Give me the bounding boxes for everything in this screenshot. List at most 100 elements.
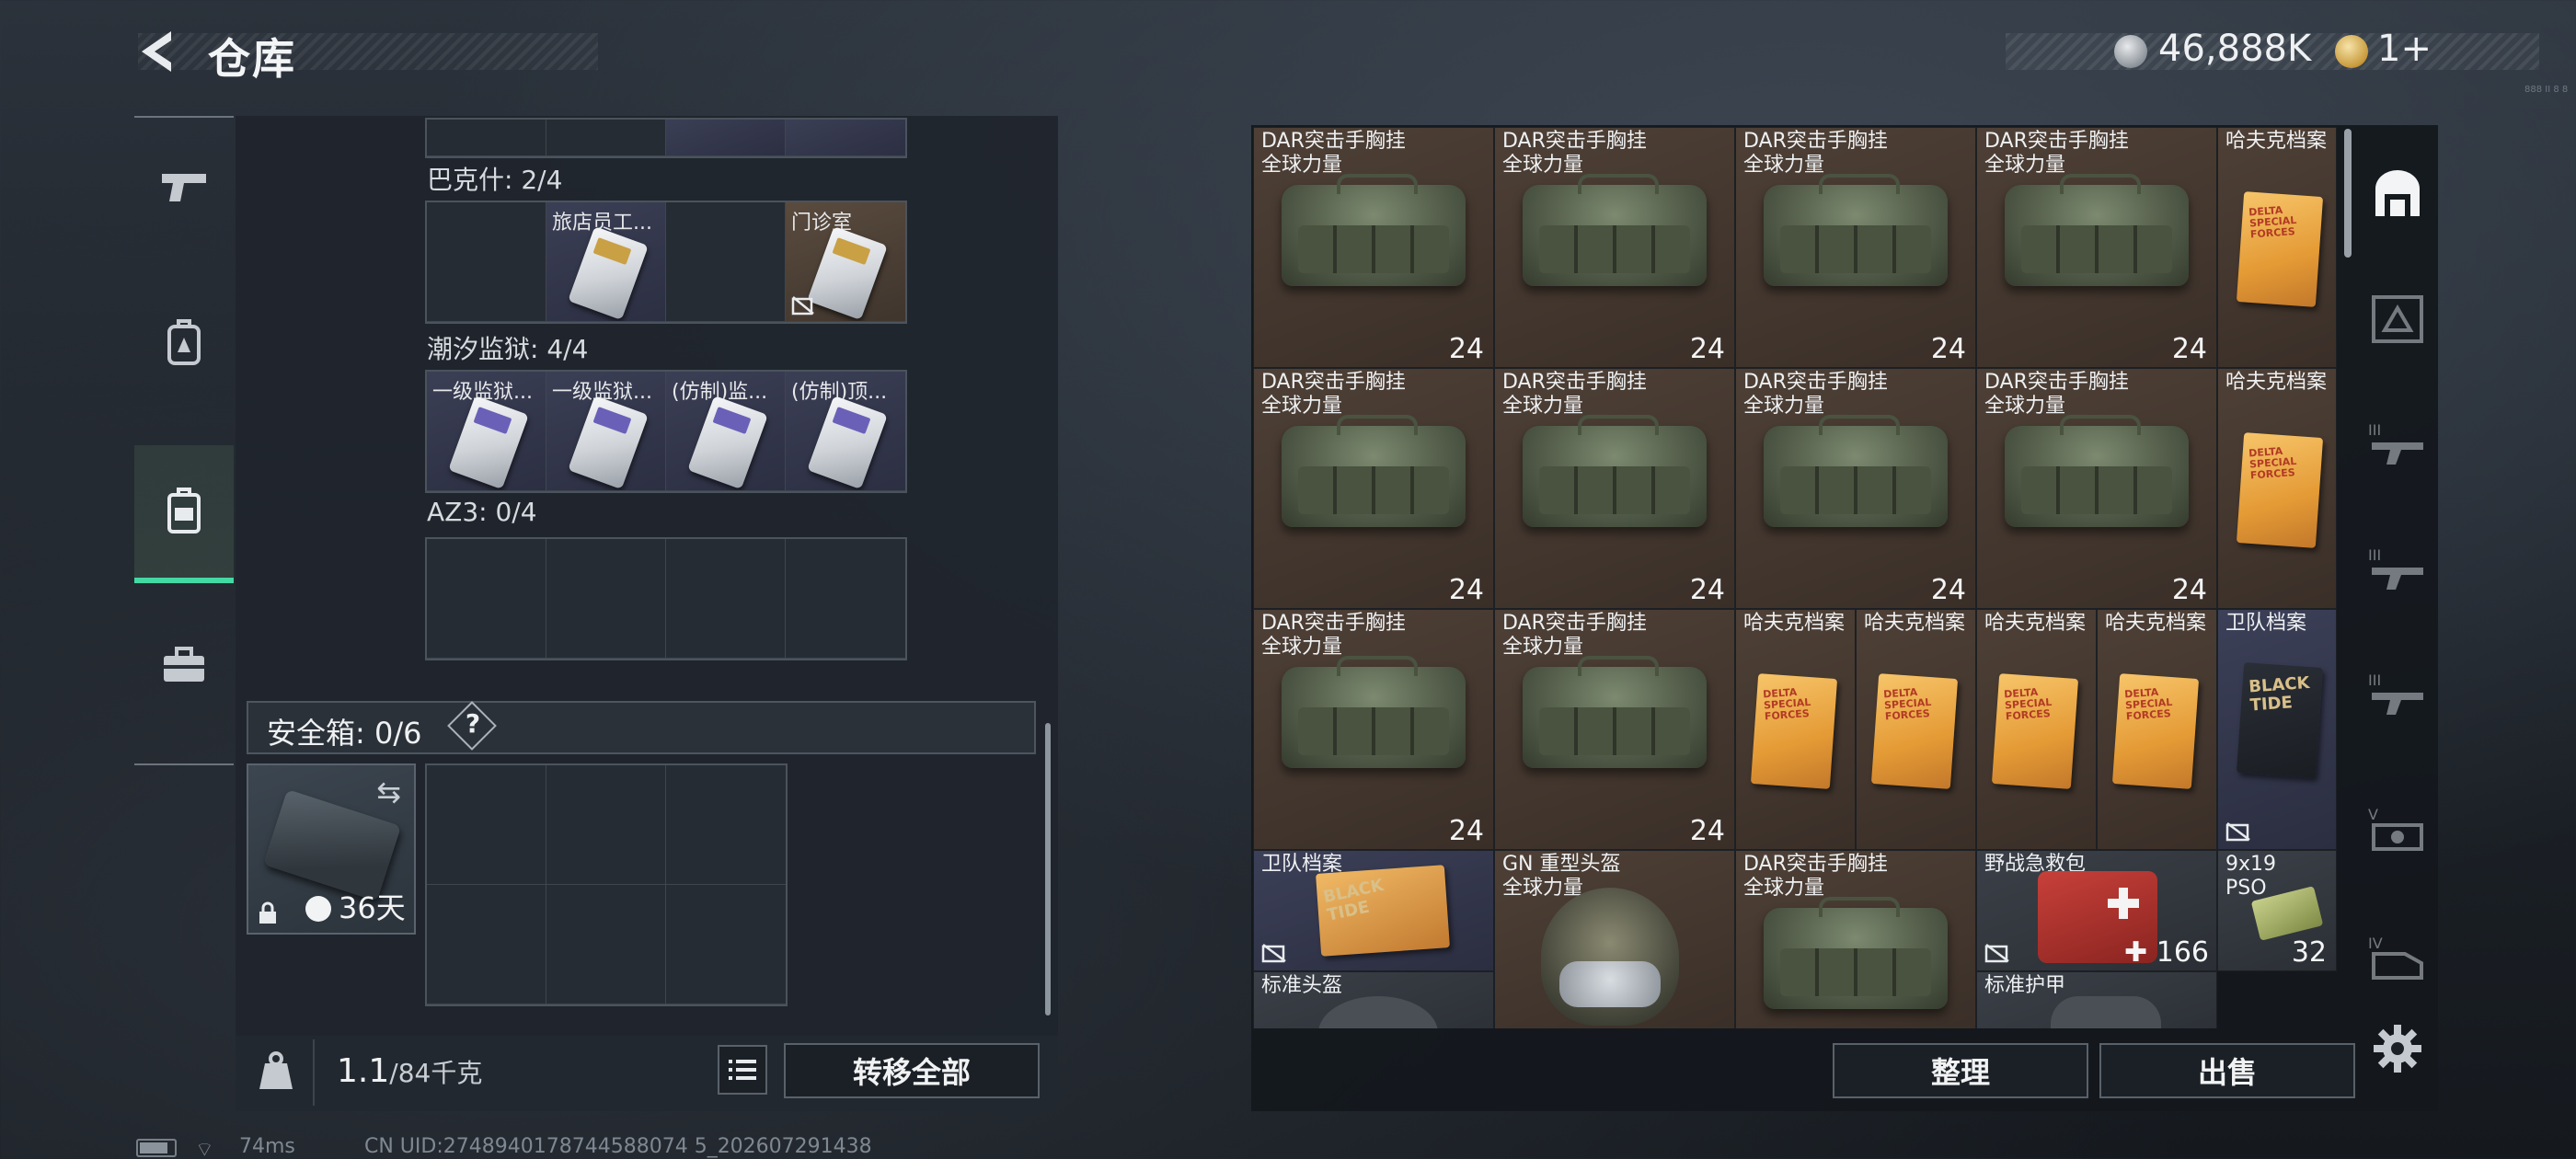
transfer-all-button[interactable]: 转移全部 xyxy=(784,1043,1040,1098)
item-name: DAR突击手胸挂 全球力量 xyxy=(1743,371,1888,418)
slot[interactable] xyxy=(427,885,546,1004)
black-tide-file-icon xyxy=(2236,662,2324,778)
carry-weight: 1.1/84千克 xyxy=(337,1052,482,1090)
scrollbar[interactable] xyxy=(2344,129,2352,258)
item-haavk-file[interactable]: 哈夫克档案 xyxy=(2217,368,2337,609)
svg-text:V: V xyxy=(2368,806,2378,823)
item-count: 24 xyxy=(1930,574,1966,606)
ticket-icon xyxy=(2335,35,2368,68)
item-haavk-file[interactable]: 哈夫克档案 xyxy=(2097,609,2217,850)
slot[interactable] xyxy=(666,765,786,885)
item-chest-rig[interactable]: DAR突击手胸挂 全球力量 24 xyxy=(1253,368,1494,609)
slot-grid-az3 xyxy=(425,537,907,660)
list-view-button[interactable] xyxy=(718,1045,767,1095)
slot[interactable] xyxy=(427,120,546,156)
section-label: 巴克什: 2/4 xyxy=(427,165,563,195)
warehouse-grid: DAR突击手胸挂 全球力量 24 DAR突击手胸挂 全球力量 24 DAR突击手… xyxy=(1253,127,2337,1028)
category-tab-all[interactable] xyxy=(2361,143,2434,245)
item-guard-file[interactable]: 卫队档案 xyxy=(2217,609,2337,850)
slot[interactable] xyxy=(546,539,666,659)
item-count: 24 xyxy=(1930,333,1966,365)
chest-rig-icon xyxy=(1282,174,1466,286)
category-tab-tier-3b[interactable]: III xyxy=(2361,519,2434,620)
sell-button[interactable]: 出售 xyxy=(2099,1043,2355,1098)
slot[interactable] xyxy=(666,120,786,156)
slot[interactable] xyxy=(427,765,546,885)
slot-item[interactable]: 旅店员工... xyxy=(546,202,666,322)
slot[interactable] xyxy=(546,120,666,156)
item-chest-rig[interactable]: DAR突击手胸挂 全球力量 24 xyxy=(1976,127,2217,368)
keycard-icon xyxy=(568,225,649,321)
item-field-medkit[interactable]: 野战急救包 ✚ 166 xyxy=(1976,850,2217,971)
svg-text:III: III xyxy=(2368,421,2381,439)
safe-case-slot[interactable]: ⇆ 36天 xyxy=(247,763,416,935)
item-name: 标准护甲 xyxy=(1984,974,2066,997)
item-standard-helmet[interactable]: 标准头盔 xyxy=(1253,971,1494,1028)
sort-button[interactable]: 整理 xyxy=(1833,1043,2088,1098)
item-chest-rig[interactable]: DAR突击手胸挂 全球力量 24 xyxy=(1494,368,1735,609)
item-haavk-file[interactable]: 哈夫克档案 xyxy=(1856,609,1976,850)
item-guard-file[interactable]: 卫队档案 xyxy=(1253,850,1494,971)
ticket-balance[interactable]: 1+ xyxy=(2377,28,2432,70)
chest-rig-icon xyxy=(1282,656,1466,768)
divider xyxy=(313,1039,315,1106)
slot-item[interactable]: (仿制)顶... xyxy=(786,372,905,491)
nav-tab-backpack[interactable] xyxy=(134,274,234,412)
slot[interactable] xyxy=(786,539,905,659)
item-count: 24 xyxy=(2171,333,2207,365)
category-tab-tier-3c[interactable]: III xyxy=(2361,644,2434,745)
slot[interactable] xyxy=(427,202,546,322)
slot[interactable] xyxy=(666,885,786,1004)
keycard-icon xyxy=(448,395,529,490)
back-button[interactable] xyxy=(134,26,178,77)
slot[interactable] xyxy=(786,120,905,156)
category-tab-tier-4[interactable]: IV xyxy=(2361,907,2434,1008)
keycard-icon xyxy=(807,395,888,490)
settings-button[interactable] xyxy=(2372,1023,2423,1074)
item-haavk-file[interactable]: 哈夫克档案 xyxy=(2217,127,2337,368)
item-name: 9x19 PSO xyxy=(2225,853,2277,900)
item-name: DAR突击手胸挂 全球力量 xyxy=(1743,853,1888,900)
item-haavk-file[interactable]: 哈夫克档案 xyxy=(1976,609,2097,850)
item-chest-rig[interactable]: DAR突击手胸挂 全球力量 24 xyxy=(1494,609,1735,850)
helmet-icon xyxy=(1318,996,1438,1028)
slot-grid-tide-prison: 一级监狱... 一级监狱... (仿制)监... (仿制)顶... xyxy=(425,370,907,493)
chest-rig-icon xyxy=(1764,415,1948,527)
item-haavk-file[interactable]: 哈夫克档案 xyxy=(1735,609,1856,850)
nav-tab-case[interactable] xyxy=(134,445,234,583)
gear-icon xyxy=(2374,1025,2421,1073)
nav-tab-weapons[interactable] xyxy=(134,118,234,256)
slot-item[interactable]: 一级监狱... xyxy=(427,372,546,491)
item-chest-rig[interactable]: DAR突击手胸挂 全球力量 24 xyxy=(1735,127,1976,368)
item-heavy-helmet[interactable]: GN 重型头盔 全球力量 xyxy=(1494,850,1735,1028)
keycard-icon xyxy=(687,395,768,490)
item-name: 哈夫克档案 xyxy=(1984,612,2087,635)
slot[interactable] xyxy=(666,202,786,322)
scrollbar[interactable] xyxy=(1045,723,1051,1016)
slot[interactable] xyxy=(546,885,666,1004)
slot[interactable] xyxy=(666,539,786,659)
item-chest-rig[interactable]: DAR突击手胸挂 全球力量 24 xyxy=(1253,609,1494,850)
slot[interactable] xyxy=(546,765,666,885)
slot-item[interactable]: 门诊室 xyxy=(786,202,905,322)
item-count: 32 xyxy=(2291,936,2327,969)
nav-tab-toolbox[interactable] xyxy=(134,596,234,734)
slot[interactable] xyxy=(427,539,546,659)
category-tab-tier-5[interactable]: V xyxy=(2361,778,2434,879)
item-chest-rig[interactable]: DAR突击手胸挂 全球力量 24 xyxy=(1494,127,1735,368)
item-chest-rig[interactable]: DAR突击手胸挂 全球力量 24 xyxy=(1976,368,2217,609)
weight-current: 1.1 xyxy=(337,1052,390,1090)
category-tab-tier-3a[interactable]: III xyxy=(2361,394,2434,495)
item-chest-rig[interactable]: DAR突击手胸挂 全球力量 xyxy=(1735,850,1976,1028)
item-ammo-9x19[interactable]: 9x19 PSO 32 xyxy=(2217,850,2337,971)
chest-rig-icon xyxy=(1523,656,1707,768)
item-count-value: 166 xyxy=(2156,936,2209,969)
category-tab-weapons[interactable] xyxy=(2361,269,2434,370)
item-chest-rig[interactable]: DAR突击手胸挂 全球力量 24 xyxy=(1253,127,1494,368)
slot-item[interactable]: (仿制)监... xyxy=(666,372,786,491)
swap-icon[interactable]: ⇆ xyxy=(376,775,401,809)
item-chest-rig[interactable]: DAR突击手胸挂 全球力量 24 xyxy=(1735,368,1976,609)
item-name: 哈夫克档案 xyxy=(1864,612,1966,635)
slot-item[interactable]: 一级监狱... xyxy=(546,372,666,491)
item-standard-armor[interactable]: 标准护甲 xyxy=(1976,971,2217,1028)
